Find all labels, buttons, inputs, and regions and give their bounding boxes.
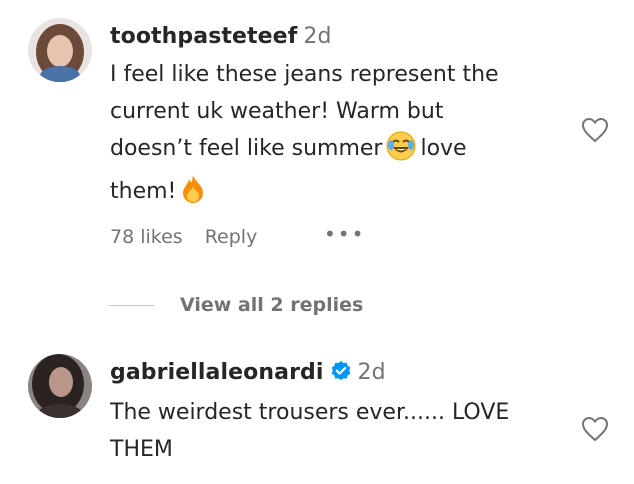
likes-count[interactable]: 78 likes xyxy=(110,226,183,248)
view-replies-button[interactable]: View all 2 replies xyxy=(180,294,363,316)
reply-button[interactable]: Reply xyxy=(205,226,258,248)
more-options-icon[interactable]: ••• xyxy=(324,222,365,246)
verified-badge-icon xyxy=(330,360,352,388)
like-heart-icon[interactable] xyxy=(581,117,609,147)
comment-line: I feel like these jeans represent the xyxy=(110,62,499,87)
avatar[interactable] xyxy=(28,18,92,82)
fire-emoji xyxy=(180,174,206,216)
comment-line: them! xyxy=(110,173,570,216)
view-replies-row[interactable]: View all 2 replies xyxy=(108,290,363,320)
like-heart-icon[interactable] xyxy=(581,416,609,446)
comment-line: current uk weather! Warm but xyxy=(110,99,444,124)
comment-text: The weirdest trousers ever...... LOVE TH… xyxy=(110,394,570,468)
username-text[interactable]: gabriellaleonardi xyxy=(110,360,324,385)
laughing-tears-emoji xyxy=(386,131,416,173)
comment-toothpasteteef: toothpasteteef 2d I feel like these jeans… xyxy=(0,0,634,280)
username-text[interactable]: toothpasteteef xyxy=(110,24,297,49)
comment-text: I feel like these jeans represent the cu… xyxy=(110,56,570,216)
comment-line: The weirdest trousers ever...... LOVE xyxy=(110,400,510,425)
replies-divider xyxy=(108,304,154,306)
username[interactable]: toothpasteteef 2d xyxy=(110,24,332,49)
comment-line-text: them! xyxy=(110,179,177,204)
timestamp: 2d xyxy=(357,360,386,385)
comment-line: doesn’t feel like summer love xyxy=(110,130,570,173)
comment-line: THEM xyxy=(110,437,173,462)
avatar[interactable] xyxy=(28,354,92,418)
comment-gabriellaleonardi: gabriellaleonardi 2d The weirdest trouse… xyxy=(0,340,634,484)
comment-line-text: love xyxy=(420,136,467,161)
timestamp: 2d xyxy=(303,24,332,49)
comment-meta: 78 likes Reply xyxy=(110,226,257,248)
username[interactable]: gabriellaleonardi 2d xyxy=(110,360,386,388)
comment-line-text: doesn’t feel like summer xyxy=(110,136,383,161)
